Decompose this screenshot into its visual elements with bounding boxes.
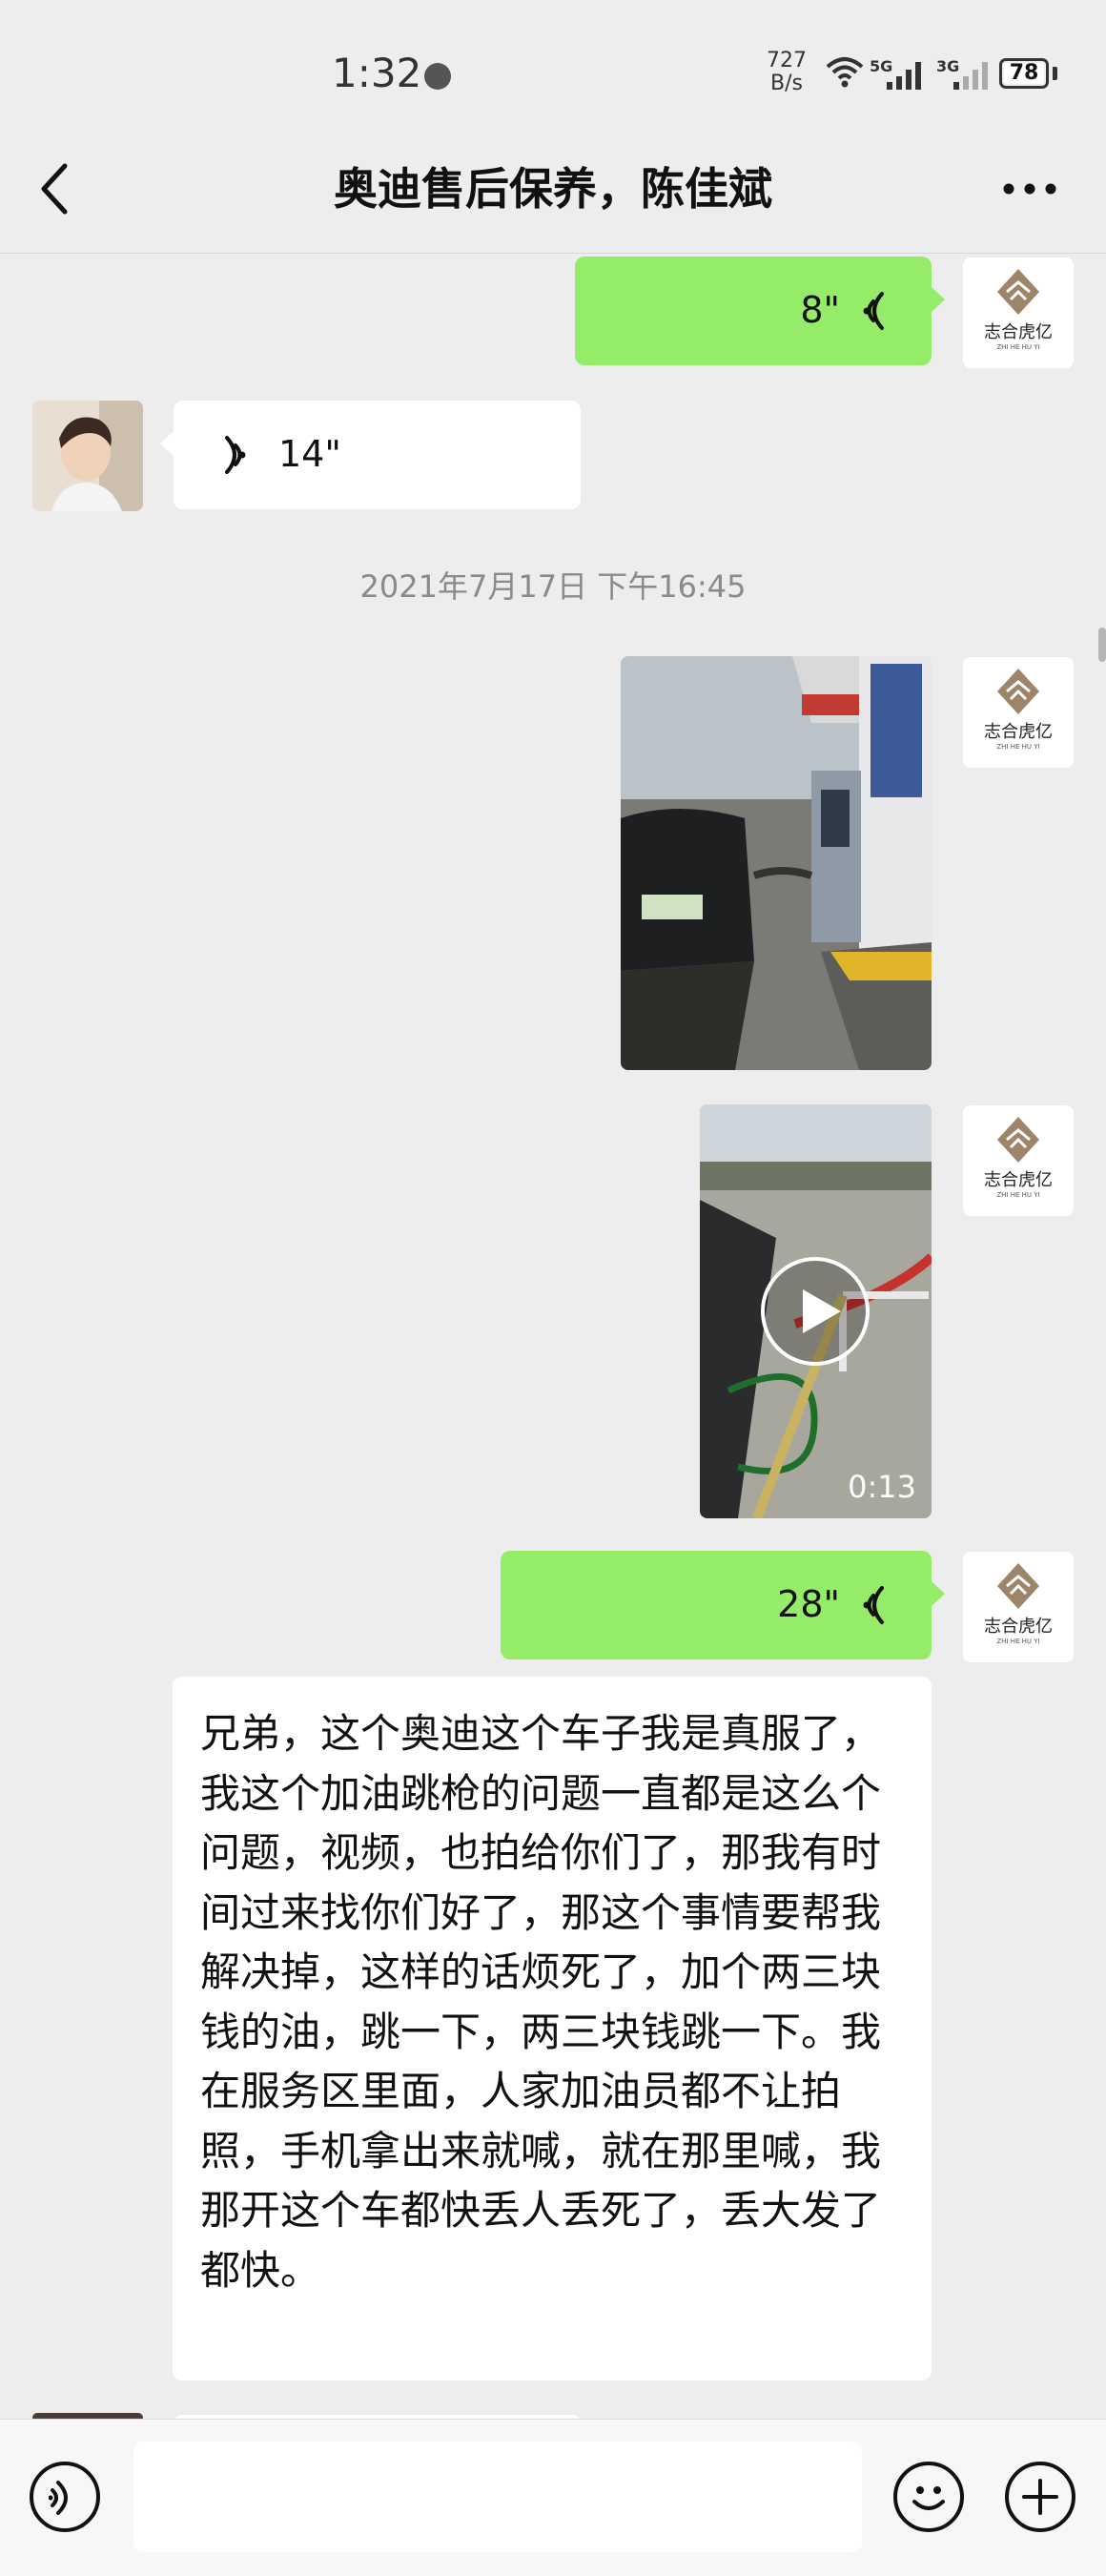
avatar[interactable]: 志合虎亿 ZHI HE HU YI [963, 657, 1074, 768]
header-divider [0, 253, 1106, 254]
brand-name: 志合虎亿 [984, 322, 1053, 342]
message-input[interactable] [133, 2442, 862, 2552]
brand-subtext: ZHI HE HU YI [996, 343, 1040, 351]
brand-subtext: ZHI HE HU YI [996, 743, 1040, 751]
chat-title: 奥迪售后保养，陈佳斌 [334, 163, 772, 215]
video-message[interactable]: 0:13 [700, 1104, 932, 1518]
brand-logo-icon [997, 269, 1039, 315]
user-photo [32, 401, 143, 511]
gas-station-photo [621, 656, 932, 1070]
voice-duration: 14" [278, 433, 341, 475]
battery-tip [1053, 67, 1057, 80]
brand-logo-icon [997, 1117, 1039, 1163]
status-time: 1:32 [332, 50, 422, 96]
battery-icon: 78 [999, 58, 1049, 89]
battery-level: 78 [1004, 63, 1044, 84]
voice-message-incoming[interactable]: 14" [160, 401, 581, 509]
brand-name: 志合虎亿 [984, 1170, 1053, 1190]
voice-duration: 28" [777, 1583, 840, 1625]
brand-subtext: ZHI HE HU YI [996, 1191, 1040, 1199]
voice-message-outgoing[interactable]: 28" [501, 1551, 945, 1659]
video-duration: 0:13 [848, 1469, 916, 1505]
plus-icon [1022, 2479, 1058, 2515]
timestamp: 2021年7月17日 下午16:45 [359, 568, 747, 605]
image-message[interactable] [621, 656, 932, 1070]
brand-logo-icon [997, 669, 1039, 714]
more-functions-button[interactable] [1005, 2462, 1075, 2532]
play-icon[interactable] [759, 1255, 871, 1368]
emoji-button[interactable] [893, 2462, 964, 2532]
voice-wave-icon [225, 436, 246, 474]
voice-icon [49, 2481, 68, 2515]
brand-name: 志合虎亿 [984, 1617, 1053, 1637]
emoji-icon [912, 2486, 945, 2510]
voice-message-outgoing[interactable]: 8" [575, 257, 945, 365]
voice-wave-icon [863, 292, 884, 330]
avatar[interactable]: 志合虎亿 ZHI HE HU YI [963, 1552, 1074, 1662]
signal-3g-icon [953, 62, 988, 90]
avatar[interactable]: 志合虎亿 ZHI HE HU YI [963, 258, 1074, 368]
avatar[interactable] [32, 401, 143, 511]
voice-duration: 8" [800, 289, 840, 331]
brand-logo-icon [997, 1563, 1039, 1609]
wifi-icon [826, 57, 864, 88]
voice-input-button[interactable] [30, 2462, 100, 2532]
recording-icon [424, 63, 451, 90]
avatar[interactable]: 志合虎亿 ZHI HE HU YI [963, 1105, 1074, 1216]
brand-subtext: ZHI HE HU YI [996, 1638, 1040, 1645]
scrollbar[interactable] [1098, 628, 1106, 662]
more-icon[interactable] [1001, 181, 1058, 196]
network-speed: 727 B/s [767, 49, 807, 95]
signal-5g-icon [887, 62, 921, 90]
message-text: 兄弟，这个奥迪这个车子我是真服了，我这个加油跳枪的问题一直都是这么个问题，视频，… [200, 1710, 882, 2294]
voice-wave-icon [863, 1586, 884, 1624]
brand-name: 志合虎亿 [984, 722, 1053, 742]
